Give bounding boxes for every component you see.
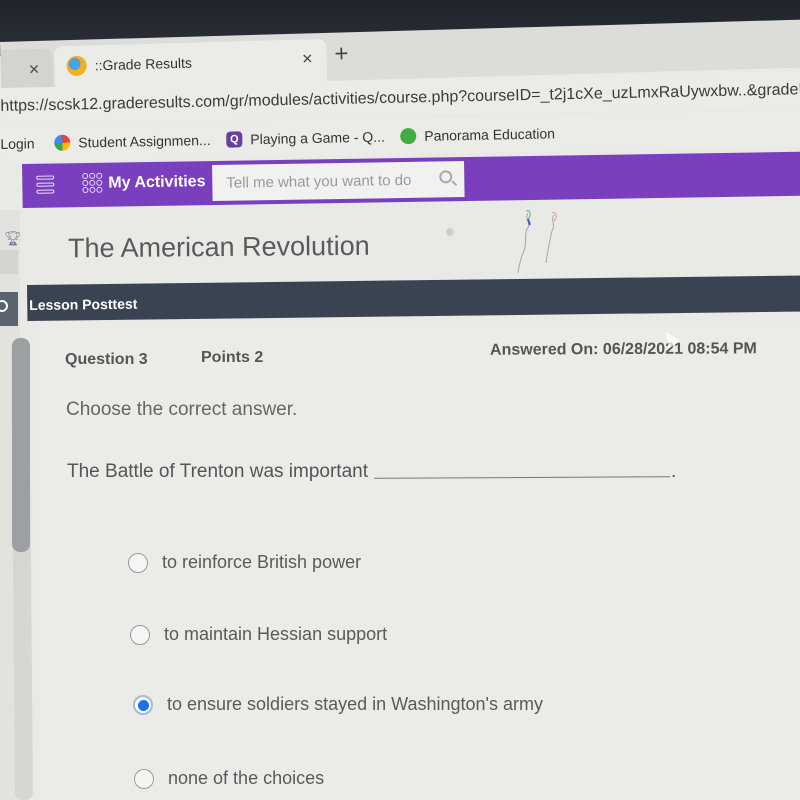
quizizz-icon: Q (226, 131, 243, 148)
answer-option[interactable]: none of the choices (134, 768, 324, 789)
menu-icon[interactable] (36, 175, 55, 195)
bookmark-label: Login (0, 135, 35, 152)
google-icon (54, 134, 71, 151)
decorative-scribble (517, 210, 557, 274)
url-text[interactable]: https://scsk12.graderesults.com/gr/modul… (0, 81, 800, 116)
top-nav-bar: My Activities (22, 151, 800, 208)
search-input[interactable] (212, 161, 433, 202)
answer-blank (373, 476, 671, 479)
radio-button-selected[interactable] (133, 694, 153, 715)
bookmark-label: Student Assignmen... (78, 131, 211, 151)
question-stem: The Battle of Trenton was important . (67, 461, 676, 483)
decorative-dot (446, 228, 454, 236)
bookmark-label: Panorama Education (424, 125, 556, 144)
bookmark-student-assignments[interactable]: Student Assignmen... (54, 132, 211, 151)
my-activities-link[interactable]: My Activities (108, 173, 205, 193)
answer-option[interactable]: to maintain Hessian support (130, 624, 387, 645)
radio-button[interactable] (128, 552, 148, 573)
sidebar-search-button[interactable] (0, 292, 18, 326)
section-header: Lesson Posttest (27, 275, 800, 321)
answer-option-label: none of the choices (168, 768, 325, 788)
question-points: Points 2 (201, 349, 264, 366)
search-icon (0, 300, 8, 312)
stem-period: . (671, 461, 677, 482)
radio-button[interactable] (134, 768, 154, 789)
answered-on-timestamp: Answered On: 06/28/2021 08:54 PM (489, 340, 757, 359)
question-number: Question 3 (65, 351, 148, 368)
graderesults-favicon-icon (66, 55, 87, 77)
tab-title: ::Grade Results (94, 54, 193, 74)
question-instruction: Choose the correct answer. (66, 399, 298, 420)
trophy-icon[interactable]: 🏆︎ (4, 230, 22, 247)
sidebar-item[interactable] (0, 250, 18, 274)
bookmark-playing-a-game[interactable]: Q Playing a Game - Q... (226, 129, 385, 148)
tab-close-icon[interactable]: × (302, 48, 313, 69)
search-box[interactable] (212, 161, 465, 202)
question-stem-text: The Battle of Trenton was important (67, 461, 368, 482)
scrollbar-thumb[interactable] (12, 338, 30, 552)
search-icon[interactable] (439, 170, 453, 184)
browser-tab-previous[interactable]: × (0, 48, 54, 90)
radio-button[interactable] (130, 624, 150, 645)
answer-option[interactable]: to reinforce British power (128, 552, 361, 573)
bookmark-label: Playing a Game - Q... (250, 128, 386, 148)
answer-option-label: to reinforce British power (162, 552, 362, 572)
bookmark-panorama-education[interactable]: Panorama Education (400, 125, 556, 145)
tab-close-icon[interactable]: × (28, 59, 39, 80)
answer-option-label: to ensure soldiers stayed in Washington'… (167, 694, 543, 714)
panorama-icon (400, 128, 417, 145)
new-tab-plus-icon[interactable]: + (334, 40, 349, 68)
page-title: The American Revolution (67, 230, 370, 264)
answer-option-selected[interactable]: to ensure soldiers stayed in Washington'… (133, 694, 543, 715)
answer-option-label: to maintain Hessian support (164, 624, 388, 644)
section-title: Lesson Posttest (29, 295, 138, 313)
bookmark-login[interactable]: Login (0, 135, 35, 152)
activities-grid-icon (82, 172, 103, 194)
